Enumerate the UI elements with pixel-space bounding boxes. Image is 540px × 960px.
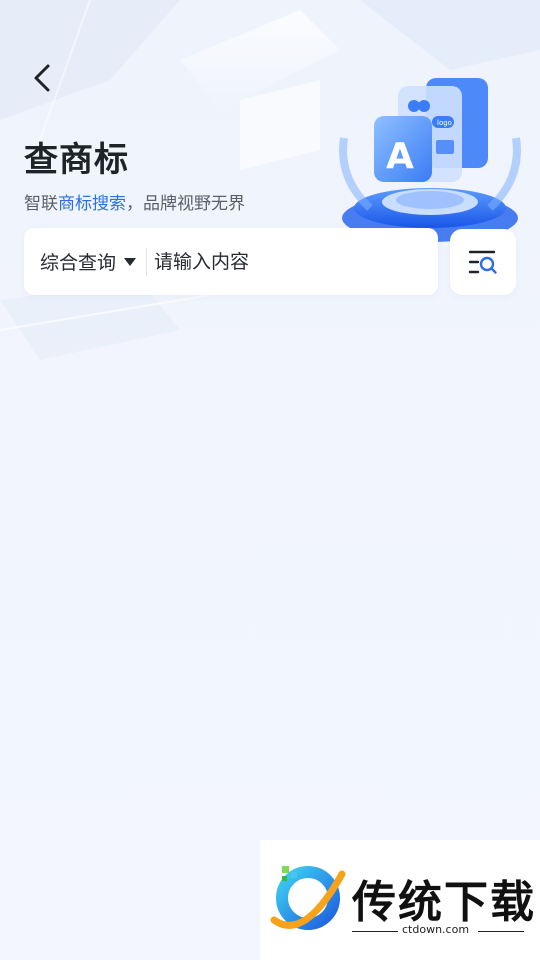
watermark-name: 传统下载 (352, 877, 536, 928)
badge-letter: A (386, 136, 414, 177)
search-bar: 综合查询 (24, 228, 438, 295)
watermark-rule-left (352, 931, 398, 932)
subtitle-suffix: ，品牌视野无界 (126, 194, 245, 214)
trademark-illustration: logo A (330, 68, 530, 248)
search-divider (146, 248, 147, 276)
watermark-rule-right (478, 931, 524, 932)
chevron-left-icon (34, 64, 50, 92)
search-type-label: 综合查询 (40, 252, 117, 274)
list-search-icon (468, 250, 497, 274)
card-logo-text: logo (437, 119, 452, 127)
subtitle-prefix: 智联 (24, 194, 58, 214)
advanced-search-button[interactable] (450, 229, 516, 295)
subtitle-highlight: 商标搜索 (58, 194, 126, 214)
caret-down-icon (124, 257, 137, 266)
page-title: 查商标 (24, 140, 129, 180)
page-subtitle: 智联商标搜索，品牌视野无界 (24, 189, 245, 214)
back-button[interactable] (26, 58, 62, 98)
site-watermark: 传统下载 ctdown.com (260, 840, 540, 960)
watermark-url: ctdown.com (402, 923, 470, 936)
search-input[interactable] (154, 242, 424, 282)
watermark-logo-icon (270, 866, 346, 930)
search-type-dropdown[interactable]: 综合查询 (40, 228, 137, 295)
